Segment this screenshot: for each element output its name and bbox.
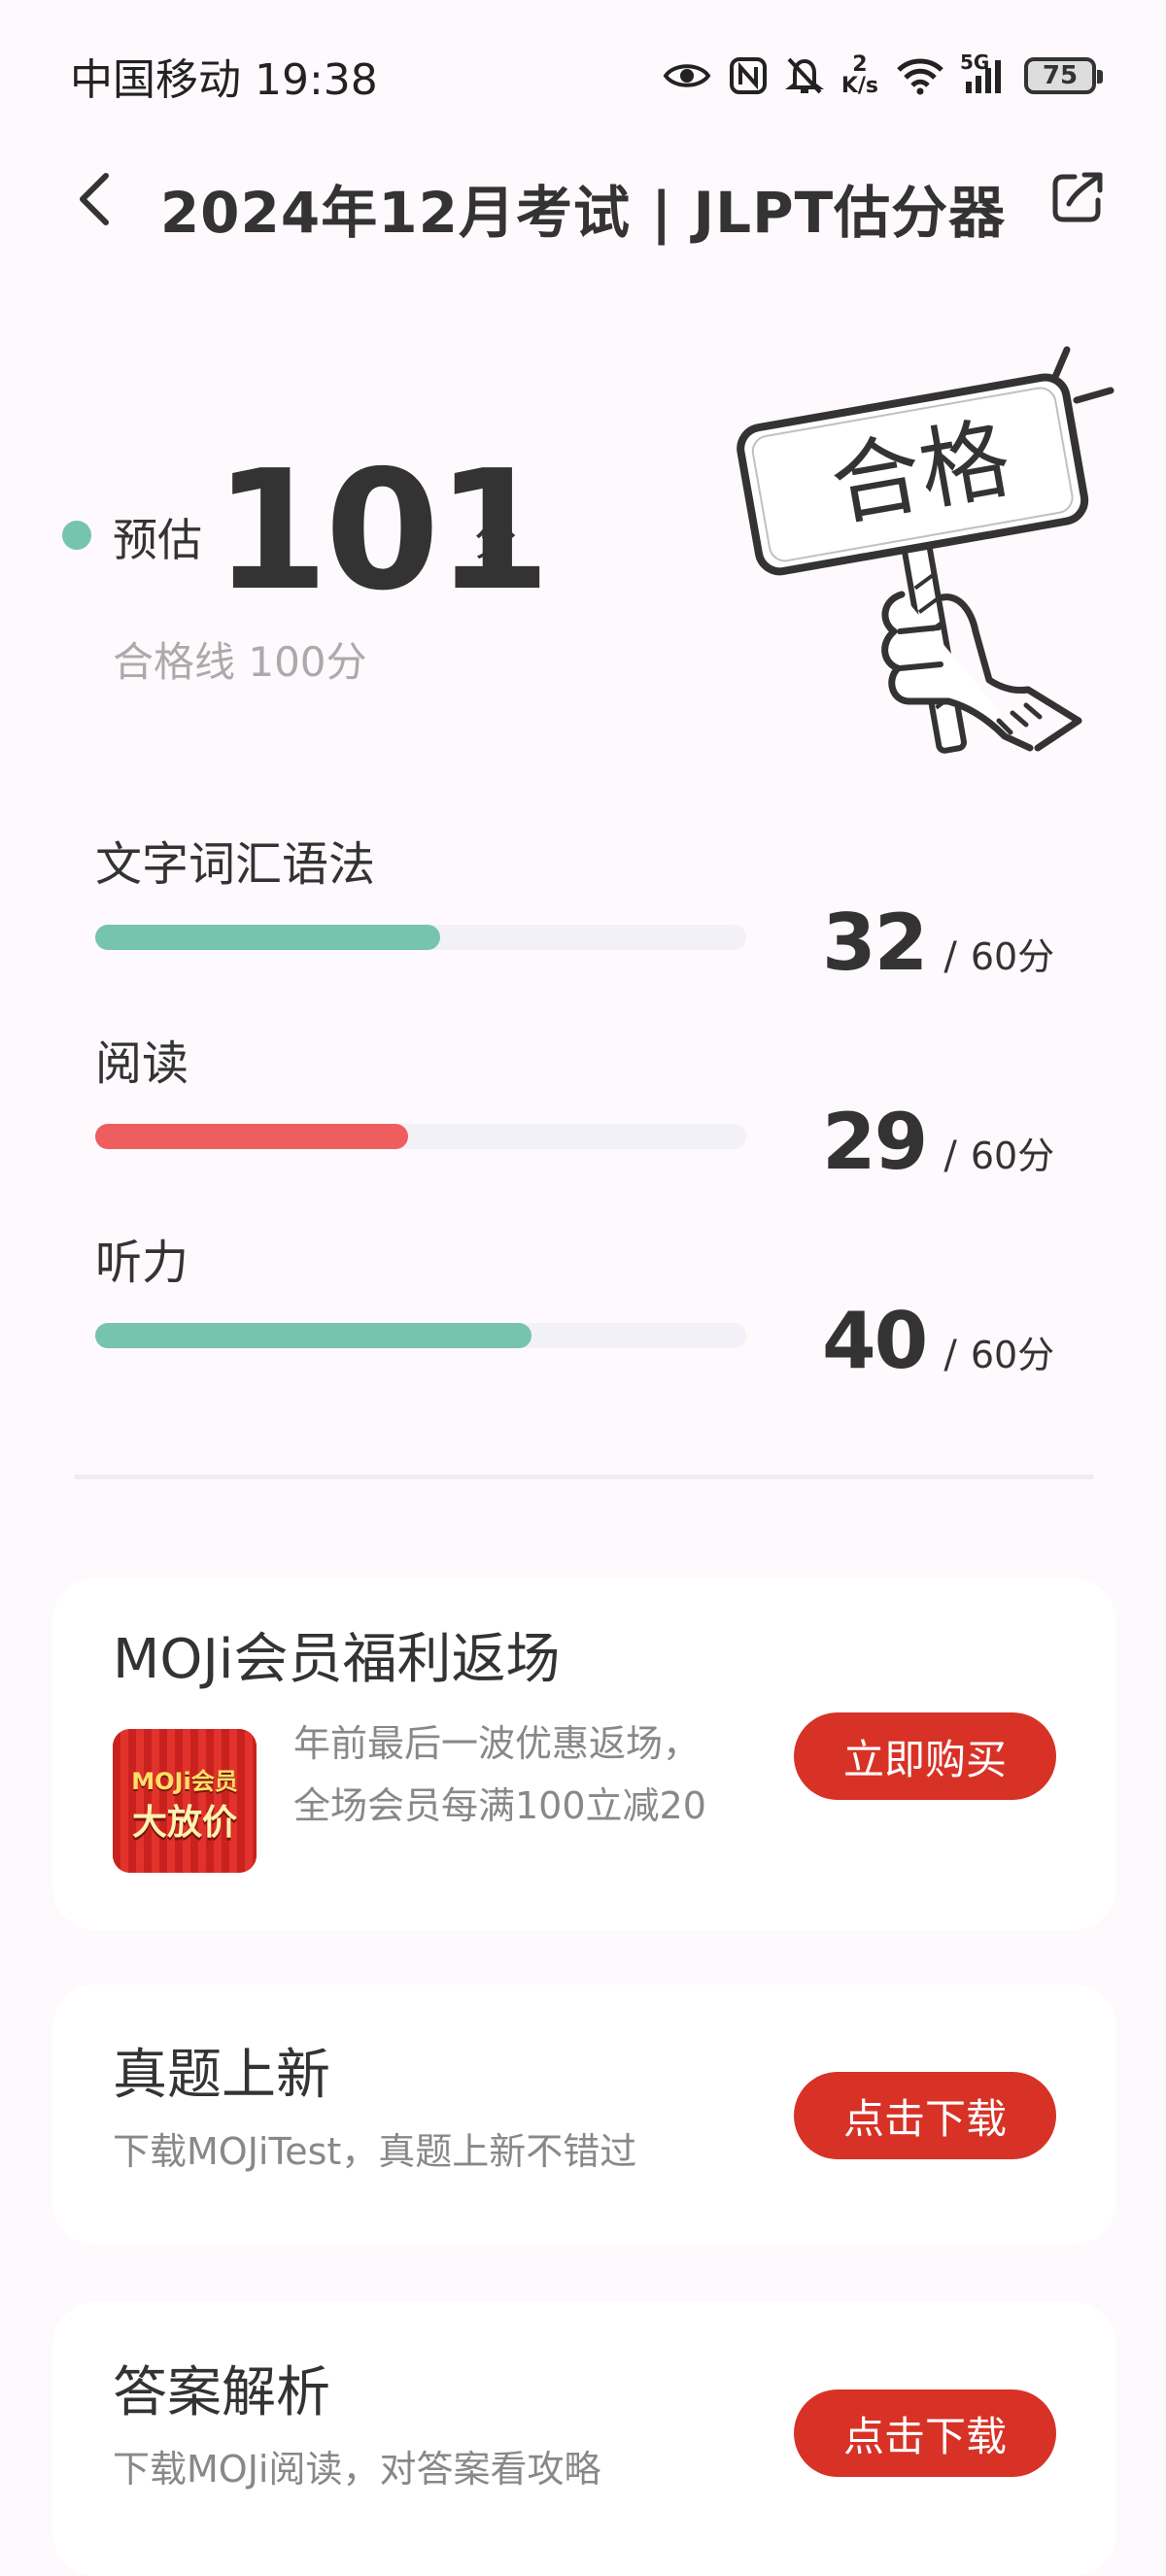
net-speed-value: 2 xyxy=(852,52,868,77)
answers-title: 答案解析 xyxy=(113,2361,330,2424)
net-speed: 2 K/s xyxy=(841,54,878,97)
progress-track xyxy=(95,1323,746,1348)
section-score-value: 32 xyxy=(822,898,928,988)
pass-sign-illustration: 合格 xyxy=(717,340,1125,758)
progress-track xyxy=(95,1124,746,1149)
thumb-badge: MOJi会员 大放价 xyxy=(122,1766,247,1843)
answers-card[interactable]: 答案解析 下载MOJi阅读，对答案看攻略 点击下载 xyxy=(52,2302,1116,2576)
section-score-max: 60分 xyxy=(970,1334,1055,1376)
progress-fill xyxy=(95,925,441,950)
progress-fill xyxy=(95,1124,408,1149)
promo-desc: 年前最后一波优惠返场，全场会员每满100立减20 xyxy=(293,1722,706,1827)
exam-card[interactable]: 真题上新 下载MOJiTest，真题上新不错过 点击下载 xyxy=(52,1984,1116,2245)
section-score: 29 / 60分 xyxy=(822,1097,1054,1187)
battery-level: 75 xyxy=(1042,61,1079,90)
page-title: 2024年12月考试 | JLPT估分器 xyxy=(159,180,1007,246)
eye-icon xyxy=(663,59,711,92)
share-button[interactable] xyxy=(1044,163,1112,231)
battery-icon: 75 xyxy=(1024,57,1103,94)
section-name: 阅读 xyxy=(95,1036,189,1091)
progress-track xyxy=(95,925,746,950)
exam-desc: 下载MOJiTest，真题上新不错过 xyxy=(113,2130,637,2173)
bell-off-icon xyxy=(784,55,824,96)
score-dot xyxy=(62,521,91,550)
section-row: 阅读 29 / 60分 xyxy=(95,1025,1086,1219)
section-row: 听力 40 / 60分 xyxy=(95,1224,1086,1418)
status-icons: 2 K/s 5G 75 xyxy=(663,49,1103,103)
buy-now-button[interactable]: 立即购买 xyxy=(794,1712,1056,1800)
score-unit: 分 xyxy=(474,516,517,565)
divider xyxy=(74,1474,1094,1479)
score-separator: / xyxy=(943,934,957,979)
section-score-max: 60分 xyxy=(970,1135,1055,1177)
share-icon xyxy=(1052,172,1103,222)
promo-card[interactable]: MOJi会员福利返场 MOJi会员 大放价 年前最后一波优惠返场，全场会员每满1… xyxy=(52,1578,1116,1930)
section-score-max: 60分 xyxy=(970,935,1055,978)
signal-icon: 5G xyxy=(960,51,1007,95)
progress-fill xyxy=(95,1323,532,1348)
exam-title: 真题上新 xyxy=(113,2044,330,2107)
status-bar: 中国移动 19:38 2 K/s 5G 75 xyxy=(0,0,1166,146)
download-test-button[interactable]: 点击下载 xyxy=(794,2072,1056,2159)
nav-bar: 2024年12月考试 | JLPT估分器 xyxy=(0,146,1166,253)
section-score-value: 29 xyxy=(822,1097,928,1187)
download-reading-button[interactable]: 点击下载 xyxy=(794,2390,1056,2477)
net-speed-unit: K/s xyxy=(840,74,878,98)
nfc-icon xyxy=(729,56,768,95)
score-separator: / xyxy=(943,1333,957,1377)
section-name: 听力 xyxy=(95,1236,189,1290)
section-name: 文字词汇语法 xyxy=(95,837,376,892)
section-score: 32 / 60分 xyxy=(822,898,1054,988)
section-score-value: 40 xyxy=(822,1296,928,1386)
thumb-line2: 大放价 xyxy=(131,1802,237,1843)
section-row: 文字词汇语法 32 / 60分 xyxy=(95,826,1086,1020)
section-score: 40 / 60分 xyxy=(822,1296,1054,1386)
score-separator: / xyxy=(943,1134,957,1178)
promo-thumbnail: MOJi会员 大放价 xyxy=(113,1729,257,1873)
promo-title: MOJi会员福利返场 xyxy=(113,1628,561,1691)
carrier-time: 中国移动 19:38 xyxy=(70,55,378,105)
score-prefix: 预估 xyxy=(113,514,202,566)
pass-line: 合格线 100分 xyxy=(113,638,367,686)
signal-type: 5G xyxy=(960,51,990,74)
answers-desc: 下载MOJi阅读，对答案看攻略 xyxy=(113,2448,601,2491)
wifi-icon xyxy=(896,56,944,95)
estimated-score: 预估 101 分 合格线 100分 xyxy=(58,449,602,699)
thumb-line1: MOJi会员 xyxy=(131,1767,238,1795)
